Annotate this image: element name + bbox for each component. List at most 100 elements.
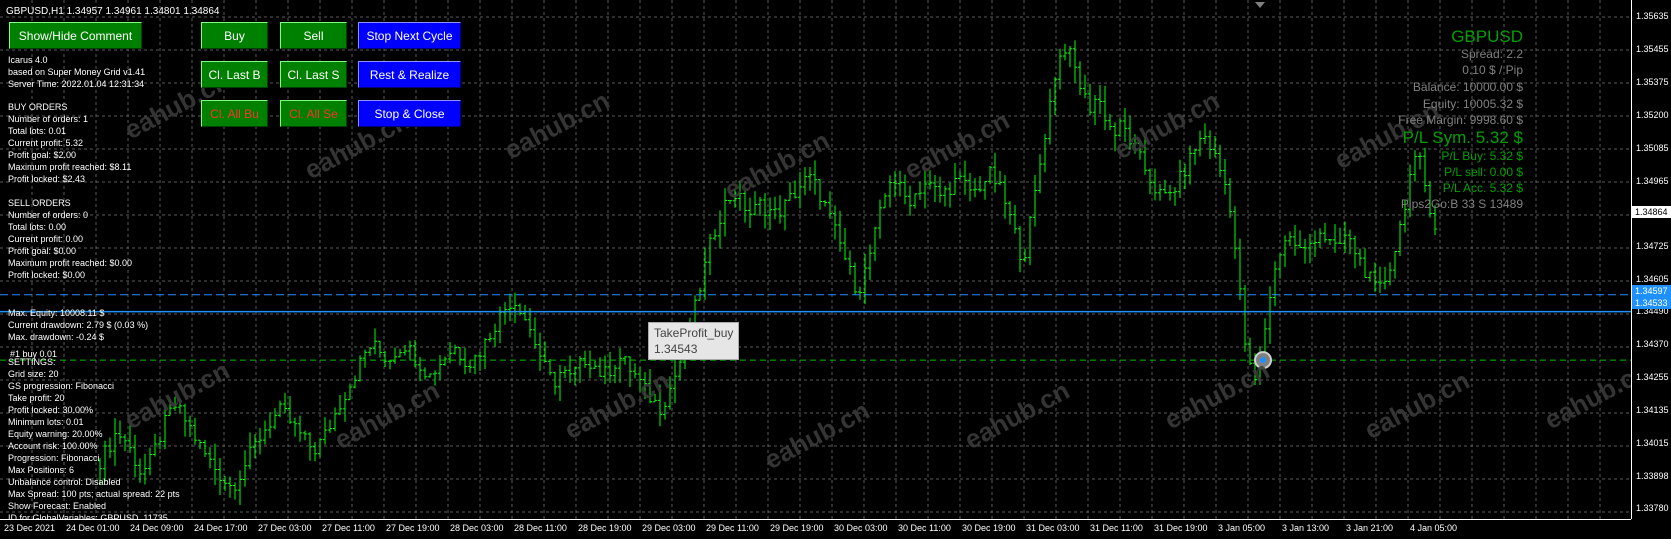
time-tick: 31 Dec 03:00 <box>1026 523 1080 533</box>
stop-close-button[interactable]: Stop & Close <box>358 100 461 127</box>
chart-title: GBPUSD,H1 1.34957 1.34961 1.34801 1.3486… <box>6 6 220 17</box>
comment-line: Progression: Fibonacci <box>8 453 100 463</box>
price-tick: 1.35200 <box>1636 110 1669 120</box>
time-tick: 29 Dec 19:00 <box>770 523 824 533</box>
stop-next-cycle-button[interactable]: Stop Next Cycle <box>358 22 461 49</box>
time-tick: 27 Dec 03:00 <box>258 523 312 533</box>
comment-line: Profit locked: 30.00% <box>8 405 94 415</box>
sell-button[interactable]: Sell <box>280 22 347 49</box>
info-pl-buy: P/L Buy: 5.32 $ <box>1441 149 1523 163</box>
buy-orders-block: BUY ORDERS Number of orders: 1 Total lot… <box>8 101 131 185</box>
comment-line: Minimum lots: 0.01 <box>8 417 84 427</box>
price-tick: 1.34135 <box>1636 405 1669 415</box>
level-label-lower: 1.34533 <box>1632 297 1671 309</box>
comment-line: GS progression: Fibonacci <box>8 381 115 391</box>
comment-line: Max Spread: 100 pts; actual spread: 22 p… <box>8 489 180 499</box>
price-tick: 1.34370 <box>1636 339 1669 349</box>
comment-line: SETTINGS: <box>8 357 56 367</box>
time-tick: 24 Dec 01:00 <box>66 523 120 533</box>
comment-line: Icarus 4.0 <box>8 55 48 65</box>
comment-line: Profit goal: $2.00 <box>8 150 77 160</box>
tooltip-value: 1.34543 <box>654 342 698 356</box>
time-tick: 24 Dec 17:00 <box>194 523 248 533</box>
comment-line: Current profit: 5.32 <box>8 138 84 148</box>
time-tick: 30 Dec 03:00 <box>834 523 888 533</box>
price-axis[interactable]: 1.35635 1.35455 1.35375 1.35200 1.35085 … <box>1631 0 1671 519</box>
comment-line: SELL ORDERS <box>8 198 71 208</box>
time-tick: 31 Dec 11:00 <box>1090 523 1143 533</box>
level-label-upper: 1.34597 <box>1632 285 1671 297</box>
comment-line: Number of orders: 0 <box>8 210 89 220</box>
time-axis[interactable]: 23 Dec 2021 24 Dec 01:00 24 Dec 09:00 24… <box>0 519 1631 539</box>
info-spread: Spread: 2.2 <box>1460 47 1523 61</box>
sell-orders-block: SELL ORDERS Number of orders: 0 Total lo… <box>8 197 132 281</box>
price-tick: 1.33780 <box>1636 503 1669 513</box>
rest-realize-button[interactable]: Rest & Realize <box>358 61 461 88</box>
takeprofit-tooltip: TakeProfit_buy 1.34543 <box>648 322 740 360</box>
time-tick: 28 Dec 03:00 <box>450 523 504 533</box>
time-tick: 30 Dec 11:00 <box>898 523 951 533</box>
close-last-sell-button[interactable]: Cl. Last S <box>280 61 347 88</box>
time-tick: 28 Dec 11:00 <box>514 523 567 533</box>
equity-block: Max. Equity: 10008.11 $ Current drawdown… <box>8 307 148 343</box>
comment-line: Total lots: 0.00 <box>8 222 67 232</box>
time-tick: 3 Jan 13:00 <box>1282 523 1330 533</box>
price-tick: 1.34015 <box>1636 438 1669 448</box>
current-price-label: 1.34864 <box>1632 206 1671 218</box>
info-free-margin: Free Margin: 9998.60 $ <box>1398 113 1523 127</box>
time-tick: 27 Dec 11:00 <box>322 523 375 533</box>
comment-line: Maximum profit reached: $0.00 <box>8 258 133 268</box>
time-tick: 3 Jan 21:00 <box>1346 523 1394 533</box>
time-tick: 4 Jan 05:00 <box>1410 523 1458 533</box>
info-balance: Balance: 10000.00 $ <box>1412 80 1523 94</box>
time-tick: 29 Dec 03:00 <box>642 523 696 533</box>
comment-line: Max. drawdown: -0.24 $ <box>8 332 105 342</box>
price-tick: 1.35085 <box>1636 143 1669 153</box>
comment-line: Total lots: 0.01 <box>8 126 67 136</box>
comment-line: Take profit: 20 <box>8 393 65 403</box>
price-tick: 1.34725 <box>1636 241 1669 251</box>
shift-marker-icon <box>1255 2 1265 8</box>
time-tick: 3 Jan 05:00 <box>1218 523 1266 533</box>
price-tick: 1.35375 <box>1636 77 1669 87</box>
comment-line: based on Super Money Grid v1.41 <box>8 67 146 77</box>
comment-line: Show Forecast: Enabled <box>8 501 107 511</box>
comment-line: Server Time: 2022.01.04 12:31:34 <box>8 79 145 89</box>
info-pl-account: P/L Acc. 5.32 $ <box>1442 181 1523 195</box>
time-tick: 27 Dec 19:00 <box>386 523 440 533</box>
comment-line: Equity warning: 20.00% <box>8 429 103 439</box>
close-last-buy-button[interactable]: Cl. Last B <box>201 61 268 88</box>
price-tick: 1.34255 <box>1636 372 1669 382</box>
info-pl-sell: P/L sell: 0.00 $ <box>1444 165 1523 179</box>
price-tick: 1.34605 <box>1636 274 1669 284</box>
comment-line: Current drawdown: 2.79 $ (0.03 %) <box>8 320 149 330</box>
comment-line: Current profit: 0.00 <box>8 234 84 244</box>
info-equity: Equity: 10005.32 $ <box>1422 97 1523 111</box>
settings-block: SETTINGS: Grid size: 20 GS progression: … <box>8 356 180 524</box>
comment-line: Number of orders: 1 <box>8 114 89 124</box>
info-pl-symbol: P/L Sym. 5.32 $ <box>1402 128 1523 147</box>
comment-line: Max Positions: 6 <box>8 465 75 475</box>
time-tick: 28 Dec 19:00 <box>578 523 632 533</box>
time-tick: 24 Dec 09:00 <box>130 523 184 533</box>
price-tick: 1.35635 <box>1636 11 1669 21</box>
show-hide-comment-button[interactable]: Show/Hide Comment <box>9 22 142 49</box>
comment-line: Unbalance control: Disabled <box>8 477 121 487</box>
price-tick: 1.33898 <box>1636 471 1669 481</box>
close-all-buy-button[interactable]: Cl. All Bu <box>201 100 268 127</box>
info-symbol: GBPUSD <box>1451 27 1523 46</box>
close-all-sell-button[interactable]: Cl. All Se <box>280 100 347 127</box>
info-pip-value: 0.10 $ / Pip <box>1462 63 1523 77</box>
buy-button[interactable]: Buy <box>201 22 268 49</box>
comment-header: Icarus 4.0 based on Super Money Grid v1.… <box>8 54 145 90</box>
tooltip-title: TakeProfit_buy <box>654 326 734 340</box>
comment-line: Profit goal: $0.00 <box>8 246 77 256</box>
comment-line: Account risk: 100.00% <box>8 441 98 451</box>
info-pips2go: Pips2Go:B 33 S 13489 <box>1400 197 1523 211</box>
time-tick: 23 Dec 2021 <box>4 523 56 533</box>
comment-line: Profit locked: $2.43 <box>8 174 86 184</box>
comment-line: Maximum profit reached: $8.11 <box>8 162 132 172</box>
time-tick: 31 Dec 19:00 <box>1154 523 1208 533</box>
time-tick: 30 Dec 19:00 <box>962 523 1016 533</box>
time-tick: 29 Dec 11:00 <box>706 523 759 533</box>
